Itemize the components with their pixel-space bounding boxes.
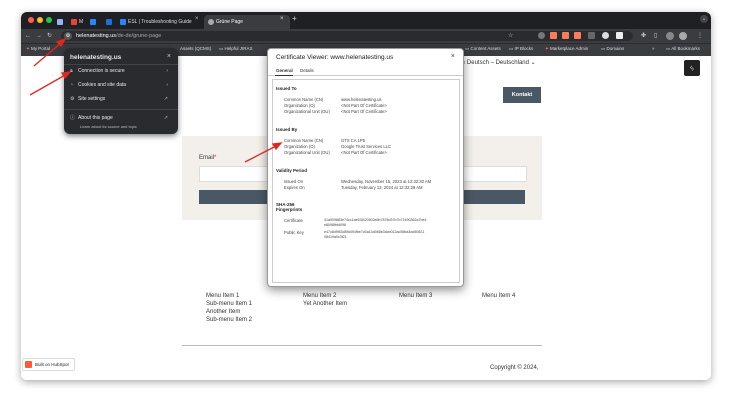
arrow-to-site-info xyxy=(33,41,63,67)
arrowhead xyxy=(271,142,283,151)
arrow-to-issued-by xyxy=(244,144,279,163)
arrowhead xyxy=(60,71,72,80)
annotation-arrows xyxy=(29,37,283,163)
arrow-to-connection-secure xyxy=(29,73,68,96)
